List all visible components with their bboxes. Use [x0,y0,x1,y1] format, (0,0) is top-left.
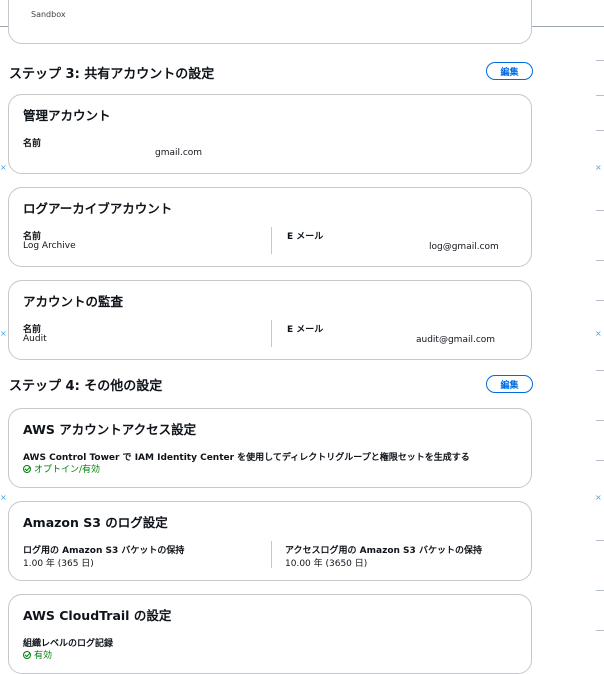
column-divider [271,227,272,254]
audit-account-card: アカウントの監査 名前 Audit E メール audit@gmail.com [8,280,532,360]
ruler-tick [596,260,604,261]
email-value: log@gmail.com [429,242,499,252]
email-value: audit@gmail.com [416,335,496,345]
s3-log-settings-card: Amazon S3 のログ設定 ログ用の Amazon S3 バケットの保持 1… [8,501,532,581]
ruler-tick [596,540,604,541]
status-text: オプトイン/有効 [34,465,101,475]
ruler-tick [596,300,604,301]
name-value: Log Archive [23,241,76,251]
enabled-status: 有効 [23,648,52,661]
card-title: アカウントの監査 [23,294,124,309]
ruler-tick [596,590,604,591]
card-title: 管理アカウント [23,108,111,123]
name-value: Audit [23,334,47,344]
check-circle-icon [23,464,31,473]
ruler-tick [596,210,604,211]
access-log-retention-value: 10.00 年 (3650 日) [285,559,368,569]
email-label: E メール [287,325,324,335]
guide-marker: × [595,493,602,502]
ruler-tick [596,630,604,631]
ruler-tick [596,460,604,461]
log-retention-value: 1.00 年 (365 日) [23,559,94,569]
ruler-tick [596,95,604,96]
guide-marker: × [595,329,602,338]
status-text: 有効 [34,651,53,661]
guide-marker: × [595,163,602,172]
column-divider [271,541,272,568]
step3-heading: ステップ 3: 共有アカウントの設定 [9,67,215,82]
management-account-card: 管理アカウント 名前 gmail.com [8,94,532,174]
column-divider [271,320,272,347]
email-label: E メール [287,232,324,242]
opt-in-status: オプトイン/有効 [23,462,100,475]
account-access-card: AWS アカウントアクセス設定 AWS Control Tower で IAM … [8,408,532,488]
check-circle-icon [23,650,31,659]
step3-edit-button[interactable]: 編集 [486,62,533,80]
cloudtrail-settings-card: AWS CloudTrail の設定 組織レベルのログ記録 有効 [8,594,532,674]
card-title: Amazon S3 のログ設定 [23,515,168,530]
partial-value: Sandbox [31,10,66,19]
step4-heading: ステップ 4: その他の設定 [9,379,163,394]
ruler-tick [596,420,604,421]
step4-edit-button[interactable]: 編集 [486,375,533,393]
guide-marker: × [0,163,7,172]
name-label: 名前 [23,139,42,149]
card-title: ログアーカイブアカウント [23,201,173,216]
ruler-tick [596,60,604,61]
guide-marker: × [0,329,7,338]
ruler-tick [596,130,604,131]
log-retention-label: ログ用の Amazon S3 バケットの保持 [23,546,185,556]
previous-section-card: Sandbox [8,0,532,44]
card-title: AWS アカウントアクセス設定 [23,422,197,437]
ruler-tick [596,370,604,371]
email-value: gmail.com [155,148,203,158]
access-log-retention-label: アクセスログ用の Amazon S3 バケットの保持 [285,546,482,556]
log-archive-account-card: ログアーカイブアカウント 名前 Log Archive E メール log@gm… [8,187,532,267]
guide-marker: × [0,493,7,502]
card-title: AWS CloudTrail の設定 [23,608,172,623]
